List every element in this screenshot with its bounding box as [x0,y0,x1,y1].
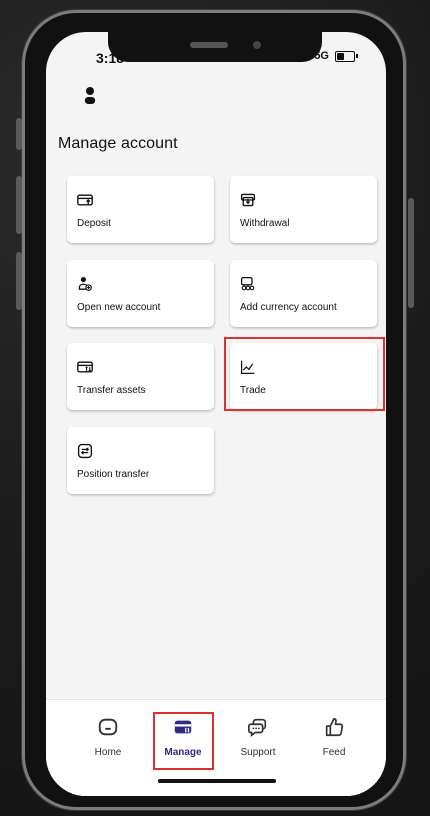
battery-level [337,52,344,60]
home-indicator [158,779,276,783]
tab-support-label: Support [240,747,276,758]
withdrawal-label: Withdrawal [240,218,290,229]
open-account-icon [78,277,92,291]
phone-screen: 3:18 5G Manage account Deposit Withdrawa… [46,32,386,796]
phone-side-button-left-2 [16,176,22,234]
position-transfer-card[interactable]: Position transfer [67,427,214,494]
phone-side-button-left-3 [16,252,22,310]
home-icon [98,718,118,736]
tab-home-label: Home [94,747,122,758]
highlight-trade-card [224,337,385,411]
deposit-card-icon [77,194,93,206]
phone-side-button-right [408,198,414,308]
status-right: 5G [314,50,358,62]
battery-cap [356,54,358,58]
feed-thumb-icon [325,717,344,737]
front-camera [253,41,261,49]
profile-icon[interactable] [82,84,98,108]
tab-feed[interactable]: Feed [304,716,364,758]
page-title: Manage account [58,135,178,152]
tab-feed-label: Feed [322,747,346,758]
speaker-grille [190,42,228,48]
status-time: 3:18 [96,50,125,66]
withdrawal-card[interactable]: Withdrawal [230,176,377,243]
transfer-assets-label: Transfer assets [77,385,146,396]
app-stage: 3:18 5G Manage account Deposit Withdrawa… [0,0,430,816]
add-currency-account-icon [240,276,255,291]
transfer-assets-icon [77,361,93,373]
notch [108,32,322,62]
open-new-account-label: Open new account [77,302,161,313]
bottom-tab-bar: Home Manage Support Feed [46,699,386,796]
withdrawal-icon [240,193,256,207]
add-currency-account-label: Add currency account [240,302,337,313]
add-currency-account-card[interactable]: Add currency account [230,260,377,327]
deposit-card[interactable]: Deposit [67,176,214,243]
tab-home[interactable]: Home [78,716,138,758]
support-icon [248,718,267,737]
tab-support[interactable]: Support [228,716,288,758]
position-transfer-label: Position transfer [77,469,150,480]
deposit-label: Deposit [77,218,111,229]
position-transfer-icon [77,443,93,459]
open-new-account-card[interactable]: Open new account [67,260,214,327]
network-label: 5G [314,50,329,62]
phone-side-button-left-1 [16,118,22,150]
highlight-manage-tab [153,712,214,770]
transfer-assets-card[interactable]: Transfer assets [67,343,214,410]
battery-icon [335,50,355,62]
